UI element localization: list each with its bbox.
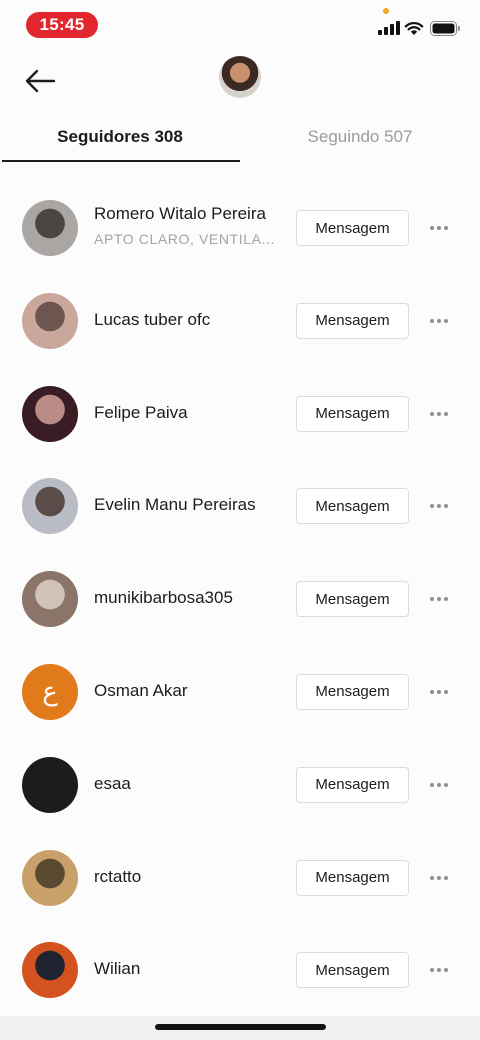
follower-row[interactable]: Romero Witalo Pereira APTO CLARO, VENTILA…: [0, 182, 480, 275]
message-button[interactable]: Mensagem: [296, 302, 409, 339]
message-button[interactable]: Mensagem: [296, 673, 409, 710]
follower-info: Evelin Manu Pereiras: [94, 495, 286, 515]
follower-info: Wilian: [94, 959, 286, 979]
follower-info: Felipe Paiva: [94, 403, 286, 423]
message-button[interactable]: Mensagem: [296, 766, 409, 803]
follower-row[interactable]: esaa Mensagem: [0, 739, 480, 832]
message-button[interactable]: Mensagem: [296, 210, 409, 246]
follower-avatar[interactable]: [22, 292, 78, 349]
tab-followers[interactable]: Seguidores 308: [0, 112, 240, 162]
message-button[interactable]: Mensagem: [296, 395, 409, 432]
more-options-icon[interactable]: [424, 587, 454, 611]
avatar-initial: ع: [42, 676, 58, 707]
follower-row[interactable]: ع Osman Akar Mensagem: [0, 646, 480, 739]
followers-list: Romero Witalo Pereira APTO CLARO, VENTILA…: [0, 182, 480, 1017]
follower-info: rctatto: [94, 867, 286, 887]
message-button[interactable]: Mensagem: [296, 581, 409, 618]
follower-row[interactable]: Wilian Mensagem: [0, 924, 480, 1017]
follower-row[interactable]: Felipe Paiva Mensagem: [0, 368, 480, 461]
back-button[interactable]: [20, 62, 60, 100]
follower-avatar[interactable]: [22, 756, 78, 813]
follower-avatar[interactable]: ع: [22, 663, 78, 720]
tab-bar: Seguidores 308 Seguindo 507: [0, 112, 480, 164]
more-options-icon[interactable]: [424, 309, 454, 333]
follower-row[interactable]: munikibarbosa305 Mensagem: [0, 553, 480, 646]
follower-bio: APTO CLARO, VENTILA...: [94, 231, 275, 247]
more-options-icon[interactable]: [424, 680, 454, 704]
tab-following[interactable]: Seguindo 507: [240, 112, 480, 162]
follower-avatar[interactable]: [22, 385, 78, 442]
follower-avatar[interactable]: [22, 942, 78, 999]
follower-name[interactable]: Wilian: [94, 959, 286, 979]
follower-avatar[interactable]: [22, 849, 78, 906]
follower-name[interactable]: Felipe Paiva: [94, 403, 286, 423]
follower-info: Lucas tuber ofc: [94, 310, 286, 330]
follower-name[interactable]: Romero Witalo Pereira: [94, 204, 286, 224]
wifi-icon: [404, 22, 424, 35]
followers-screen: 15:45 Seguidores 308 Seguindo 507 Romero…: [0, 0, 480, 1040]
more-options-icon[interactable]: [424, 494, 454, 518]
follower-name[interactable]: rctatto: [94, 867, 286, 887]
profile-avatar[interactable]: [219, 56, 261, 98]
message-button[interactable]: Mensagem: [296, 488, 409, 525]
more-options-icon[interactable]: [424, 866, 454, 890]
battery-icon: [430, 21, 460, 36]
follower-name[interactable]: Lucas tuber ofc: [94, 310, 286, 330]
privacy-indicator-dot: [383, 8, 389, 14]
more-options-icon[interactable]: [424, 216, 454, 240]
follower-name[interactable]: esaa: [94, 774, 286, 794]
more-options-icon[interactable]: [424, 773, 454, 797]
follower-name[interactable]: Evelin Manu Pereiras: [94, 495, 286, 515]
message-button[interactable]: Mensagem: [296, 952, 409, 989]
follower-info: Osman Akar: [94, 681, 286, 701]
follower-name[interactable]: munikibarbosa305: [94, 588, 286, 608]
more-options-icon[interactable]: [424, 958, 454, 982]
follower-info: Romero Witalo Pereira APTO CLARO, VENTILA…: [94, 204, 286, 247]
status-bar: 15:45: [0, 0, 480, 50]
follower-row[interactable]: rctatto Mensagem: [0, 832, 480, 925]
more-options-icon[interactable]: [424, 402, 454, 426]
follower-avatar[interactable]: [22, 478, 78, 535]
active-tab-indicator: [2, 160, 240, 162]
home-indicator[interactable]: [155, 1024, 326, 1030]
back-arrow-icon: [25, 69, 56, 93]
follower-row[interactable]: Lucas tuber ofc Mensagem: [0, 275, 480, 368]
message-button[interactable]: Mensagem: [296, 859, 409, 896]
follower-info: esaa: [94, 774, 286, 794]
status-time: 15:45: [26, 12, 98, 38]
follower-avatar[interactable]: [22, 200, 78, 256]
cellular-signal-icon: [378, 21, 400, 35]
follower-name[interactable]: Osman Akar: [94, 681, 286, 701]
follower-info: munikibarbosa305: [94, 588, 286, 608]
follower-row[interactable]: Evelin Manu Pereiras Mensagem: [0, 460, 480, 553]
follower-avatar[interactable]: [22, 571, 78, 628]
